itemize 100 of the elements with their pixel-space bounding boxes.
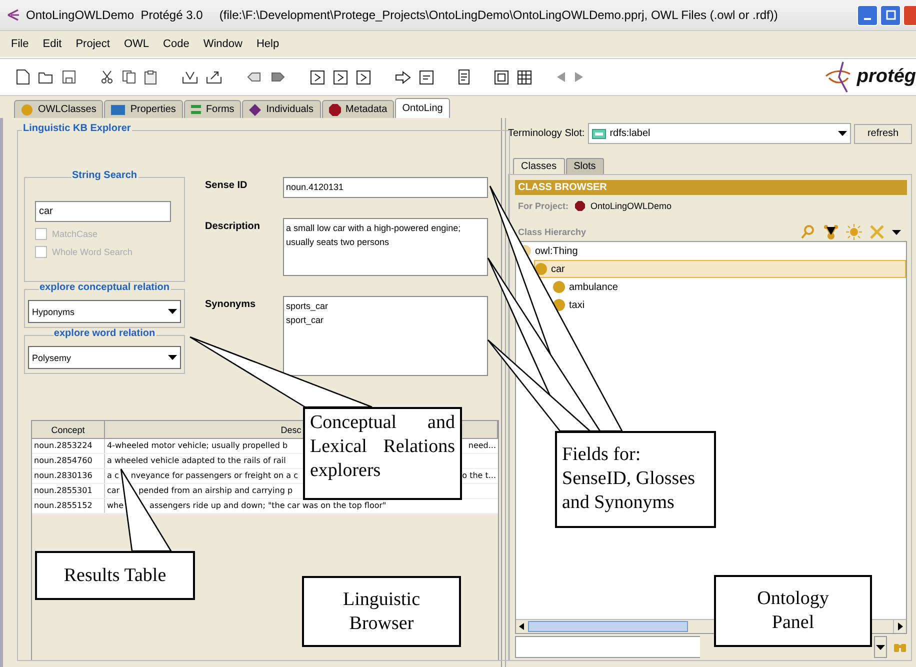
table-cell: noun.2830136 <box>32 469 105 483</box>
caret-icon[interactable] <box>892 230 901 234</box>
field-label: Sense ID <box>205 179 248 193</box>
menu-item[interactable]: Window <box>196 38 250 50</box>
tab[interactable]: OWLClasses <box>14 100 104 118</box>
table-cell: noun.2855301 <box>32 484 105 498</box>
page-icon[interactable] <box>458 69 470 85</box>
minimize-button[interactable] <box>857 4 878 26</box>
text-field[interactable]: noun.4120131 <box>283 177 488 198</box>
arrow-right-icon[interactable] <box>395 70 411 84</box>
text-area[interactable]: a small low car with a high-powered engine; usually seats two persons <box>283 218 488 276</box>
menu-item[interactable]: Project <box>68 38 117 50</box>
caret-icon <box>168 309 177 314</box>
hexagon-icon <box>328 104 341 116</box>
group-title: explore conceptual relation <box>38 282 171 293</box>
rectangle-icon <box>111 104 126 114</box>
tab[interactable]: Classes <box>513 158 565 174</box>
tab[interactable]: Metadata <box>322 100 394 118</box>
grid-icon[interactable] <box>517 70 532 84</box>
group-title: String Search <box>70 170 138 181</box>
table-cell: noun.2855152 <box>32 499 105 513</box>
field-label: Description <box>205 220 262 234</box>
table-cell-text: assengers ride up and down; "the car was on the top floor" <box>148 500 388 512</box>
menu-item[interactable]: File <box>4 38 36 50</box>
table-cell-text: need... <box>467 440 497 452</box>
caret-icon <box>168 355 177 360</box>
project-icon <box>574 201 585 211</box>
caret-icon <box>838 131 847 136</box>
cut-icon[interactable] <box>100 70 114 84</box>
column-header[interactable]: Concept <box>32 421 105 438</box>
diamond-icon <box>249 104 262 116</box>
menu-item[interactable]: OWL <box>116 38 156 50</box>
tab[interactable]: OntoLing <box>395 98 450 118</box>
tree-item[interactable]: car <box>534 260 906 278</box>
list-item[interactable]: sport_car <box>286 313 485 327</box>
scrollbar-thumb[interactable] <box>528 621 688 632</box>
copy-icon[interactable] <box>122 70 136 84</box>
tab[interactable]: Slots <box>566 158 604 174</box>
table-cell: noun.2854760 <box>32 454 105 468</box>
dropdown[interactable]: Polysemy <box>28 346 181 369</box>
field-label: Terminology Slot: <box>508 128 585 139</box>
class-icon <box>553 281 565 293</box>
table-cell-text: a c <box>106 470 120 482</box>
table-cell-text: a wheeled vehicle adapted to the rails of rail <box>106 455 287 467</box>
table-cell-text: whe <box>106 500 125 512</box>
tab[interactable]: Individuals <box>242 100 321 118</box>
dropdown-button[interactable] <box>874 636 887 658</box>
slot-icon <box>592 128 606 138</box>
panel-title: Linguistic KB Explorer <box>22 123 132 134</box>
export-icon[interactable] <box>206 70 222 84</box>
tab[interactable]: Properties <box>104 100 183 118</box>
new-file-icon[interactable] <box>16 69 30 85</box>
callout-box: Fields for: SenseID, Glosses and Synonyms <box>555 431 716 528</box>
table-cell-text: nveyance for passengers or freight on a c <box>130 470 299 482</box>
form-icon[interactable] <box>494 70 509 84</box>
minimize-icon <box>864 18 871 20</box>
back-icon[interactable] <box>556 71 566 83</box>
tree-item[interactable]: ambulance <box>552 278 623 296</box>
table-cell-text: 4-wheeled motor vehicle; usually propelled b <box>106 440 289 452</box>
group-title: explore word relation <box>52 328 156 339</box>
callout-box: Linguistic Browser <box>302 576 461 647</box>
app-icon <box>6 8 20 22</box>
caret-icon <box>876 644 885 650</box>
menu-item[interactable]: Help <box>249 38 286 50</box>
table-cell-text: car <box>106 485 121 497</box>
search-field[interactable]: car <box>35 201 171 222</box>
panel-header: CLASS BROWSER <box>515 180 907 195</box>
list-box[interactable]: sports_car sport_car <box>283 296 488 376</box>
field-label: Synonyms <box>205 298 257 312</box>
checkbox-label: MatchCase <box>52 229 98 239</box>
list-icon <box>190 104 201 114</box>
refresh-button[interactable]: refresh <box>854 124 912 144</box>
section-title: Class Hierarchy <box>518 227 586 237</box>
table-cell: noun.2853224 <box>32 439 105 453</box>
paste-icon[interactable] <box>144 70 158 84</box>
list-item[interactable]: sports_car <box>286 299 485 313</box>
save-icon[interactable] <box>62 70 76 84</box>
menu-item[interactable]: Edit <box>36 38 69 50</box>
logo-text: protég <box>856 66 916 88</box>
import-icon[interactable] <box>182 70 198 84</box>
callout-box: Conceptual and Lexical Relations explorers <box>303 407 462 500</box>
checkbox-label: Whole Word Search <box>52 247 132 257</box>
callout-box: Results Table <box>35 551 195 600</box>
class-icon <box>535 263 547 275</box>
dropdown-field[interactable] <box>515 636 700 658</box>
project-name: OntoLingOWLDemo <box>590 201 672 211</box>
dropdown[interactable]: rdfs:label <box>588 123 851 144</box>
table-cell-text: pended from an airship and carrying p <box>138 485 294 497</box>
window-title: OntoLingOWLDemo Protégé 3.0 (file:\F:\Development\Protege_Projects\OntoLingDemo\OntoLingOWLDemo.pprj, OWL Files (.owl or .rdf)) <box>26 8 778 22</box>
forward-icon[interactable] <box>574 71 584 83</box>
circle-icon <box>21 104 33 116</box>
open-folder-icon[interactable] <box>38 70 54 84</box>
field-label: For Project: <box>518 201 569 211</box>
document-icon[interactable] <box>419 70 434 84</box>
callout-box: Ontology Panel <box>714 575 872 647</box>
menu-item[interactable]: Code <box>156 38 196 50</box>
tab[interactable]: Forms <box>184 100 242 118</box>
dropdown[interactable]: Hyponyms <box>28 300 181 323</box>
maximize-button[interactable] <box>880 4 901 26</box>
table-cell-text: o the t... <box>461 470 497 482</box>
